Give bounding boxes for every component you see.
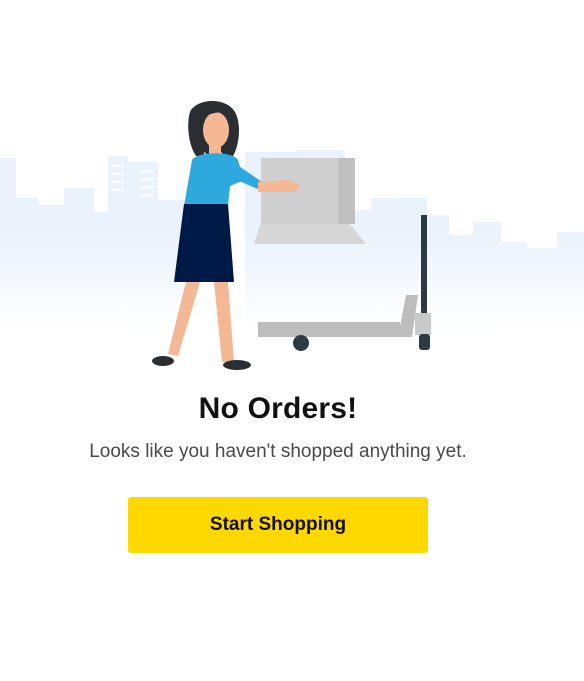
orders-empty-page: No Orders! Looks like you haven't shoppe… (0, 0, 584, 681)
empty-orders-illustration (0, 101, 584, 370)
empty-orders-message: Looks like you haven't shopped anything … (89, 441, 467, 462)
start-shopping-button[interactable]: Start Shopping (128, 497, 428, 553)
cardboard-box-icon (254, 158, 366, 244)
empty-orders-title: No Orders! (198, 392, 358, 425)
